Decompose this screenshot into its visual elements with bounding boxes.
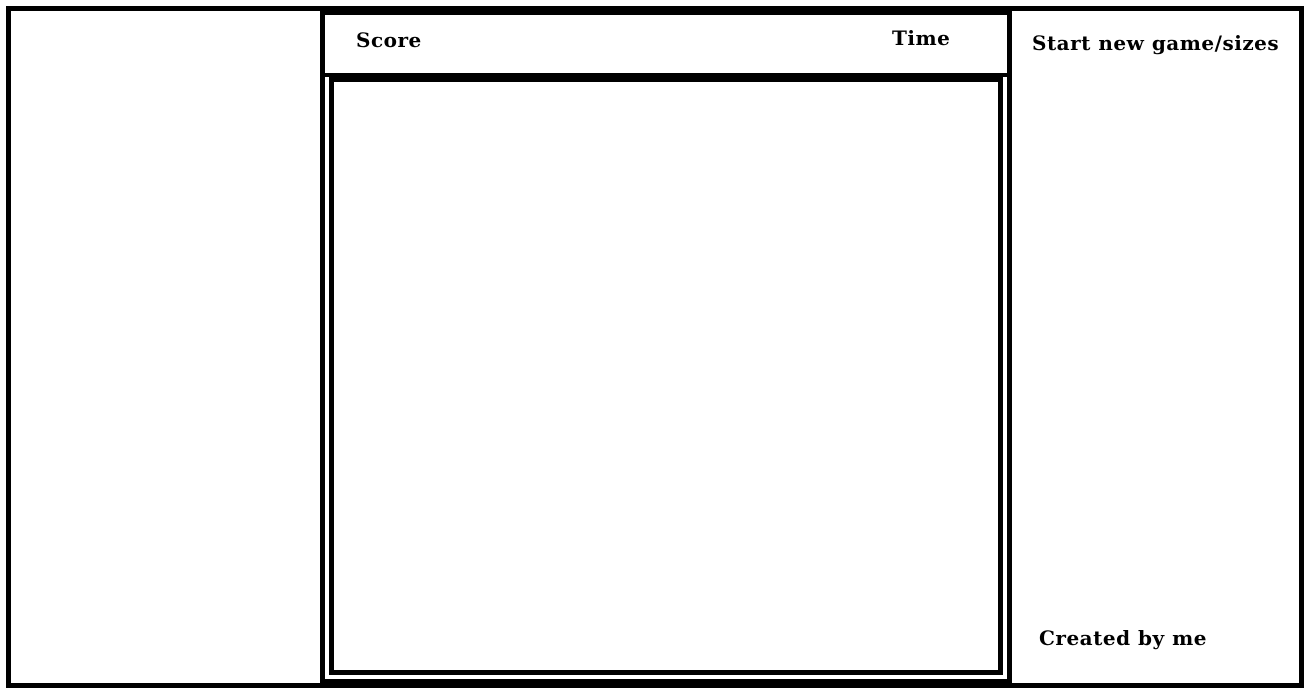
credits-text: Created by me [1039, 626, 1208, 650]
game-panel: Score Time [320, 10, 1012, 684]
time-label: Time [892, 26, 951, 50]
game-board[interactable] [329, 77, 1003, 675]
score-label: Score [356, 28, 422, 52]
start-new-game-link[interactable]: Start new game/sizes [1032, 31, 1279, 55]
